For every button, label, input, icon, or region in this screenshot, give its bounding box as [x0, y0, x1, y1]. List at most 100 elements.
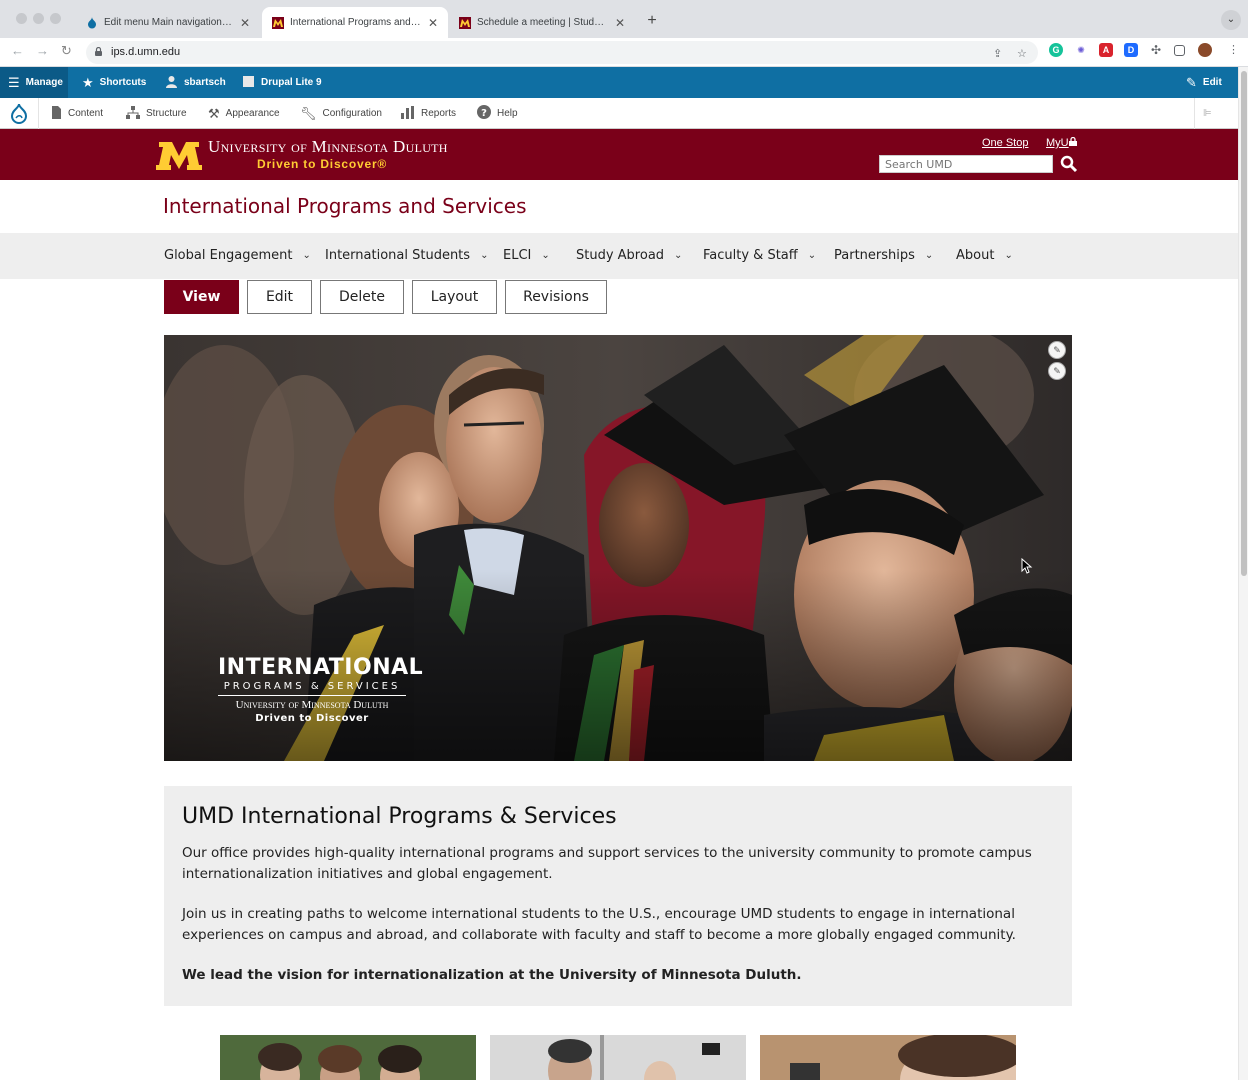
tab-edit[interactable]: Edit [247, 280, 312, 314]
admin-tray: Content Structure ⚒ Appearance 🔧︎ Config… [0, 98, 1238, 129]
tray-item-help[interactable]: ? Help [477, 98, 518, 129]
pencil-icon: ✎ [1186, 74, 1197, 90]
mouse-cursor-icon [1021, 558, 1033, 574]
card-image-students[interactable] [220, 1035, 476, 1080]
chevron-down-icon: ⌄ [807, 250, 817, 261]
profile-avatar[interactable] [1198, 43, 1212, 57]
browser-menu-icon[interactable]: ⋮ [1228, 43, 1239, 56]
sitemap-icon [126, 105, 140, 122]
site-switcher-button[interactable]: Drupal Lite 9 [242, 67, 322, 98]
card-image-meeting[interactable] [490, 1035, 746, 1080]
browser-tab-bar: Edit menu Main navigation | Internationa… [0, 0, 1248, 38]
paintbrush-icon: ⚒ [208, 105, 220, 121]
address-bar[interactable]: ips.d.umn.edu ⇪ ☆ [86, 41, 1038, 64]
search-icon[interactable] [1060, 155, 1078, 173]
window-minimize-button[interactable] [33, 13, 44, 24]
tray-item-structure[interactable]: Structure [126, 98, 187, 129]
url-text: ips.d.umn.edu [111, 46, 181, 58]
chevron-down-icon: ⌄ [480, 250, 489, 261]
shortcuts-button[interactable]: ★ Shortcuts [82, 67, 146, 98]
nav-international-students[interactable]: International Students ⌄ [325, 248, 488, 263]
tab-search-icon[interactable]: ⌄ [1221, 10, 1241, 30]
tray-item-reports[interactable]: Reports [401, 98, 456, 129]
umd-favicon-icon [459, 16, 471, 29]
chevron-down-icon: ⌄ [1004, 250, 1013, 261]
lock-icon [1068, 136, 1077, 146]
close-icon[interactable]: ✕ [615, 16, 625, 30]
drupal-favicon-icon [86, 16, 98, 29]
intro-mission: We lead the vision for internationalizat… [182, 967, 802, 983]
umd-tagline: Driven to Discover® [257, 157, 388, 171]
grammarly-extension-icon[interactable]: G [1049, 43, 1063, 57]
new-tab-button[interactable]: + [641, 10, 663, 32]
document-icon [51, 105, 62, 122]
browser-tab-edit-menu[interactable]: Edit menu Main navigation | Internationa… [76, 7, 260, 38]
tray-item-appearance[interactable]: ⚒ Appearance [208, 98, 280, 129]
scrollbar-thumb[interactable] [1241, 71, 1247, 576]
nav-faculty-staff[interactable]: Faculty & Staff ⌄ [703, 248, 816, 263]
site-icon [242, 75, 255, 91]
tray-divider [38, 98, 39, 129]
manage-button[interactable]: ☰ Manage [0, 67, 68, 98]
user-button[interactable]: sbartsch [165, 67, 226, 98]
ips-brand-overlay: INTERNATIONAL PROGRAMS & SERVICES Univer… [218, 655, 424, 724]
nav-about[interactable]: About ⌄ [956, 248, 1013, 263]
bar-chart-icon [401, 105, 415, 122]
chevron-down-icon: ⌄ [674, 250, 683, 261]
edit-mode-button[interactable]: ✎ Edit [1186, 67, 1222, 98]
side-panel-icon[interactable] [1174, 45, 1185, 56]
tray-item-configuration[interactable]: 🔧︎ Configuration [300, 98, 382, 129]
umd-wordmark[interactable]: University of Minnesota Duluth [208, 137, 448, 157]
nav-study-abroad[interactable]: Study Abroad ⌄ [576, 248, 682, 263]
star-icon: ★ [82, 74, 94, 90]
close-icon[interactable]: ✕ [240, 16, 250, 30]
wrench-icon: 🔧︎ [300, 105, 317, 121]
drupal-logo-icon[interactable] [9, 98, 29, 129]
card-image-portrait[interactable] [760, 1035, 1016, 1080]
one-stop-link[interactable]: One Stop [982, 137, 1028, 149]
myu-link[interactable]: MyU [1046, 136, 1077, 149]
tray-divider [1194, 98, 1195, 129]
site-title[interactable]: International Programs and Services [163, 194, 527, 218]
nav-global-engagement[interactable]: Global Engagement ⌄ [164, 248, 311, 263]
hamburger-icon: ☰ [8, 74, 20, 90]
bookmark-star-icon[interactable]: ☆ [1017, 47, 1027, 60]
nav-partnerships[interactable]: Partnerships ⌄ [834, 248, 933, 263]
forward-icon[interactable]: → [36, 43, 49, 58]
tray-orientation-toggle-icon[interactable]: ⊫ [1203, 98, 1212, 129]
umd-m-logo-icon[interactable] [155, 141, 203, 171]
tab-revisions[interactable]: Revisions [505, 280, 607, 314]
page-scrollbar[interactable] [1238, 67, 1248, 1080]
nav-elci[interactable]: ELCI ⌄ [503, 248, 550, 263]
chevron-down-icon: ⌄ [924, 250, 934, 261]
contextual-edit-pencil-icon[interactable]: ✎ [1048, 362, 1066, 380]
d-extension-icon[interactable]: D [1124, 43, 1138, 57]
window-zoom-button[interactable] [50, 13, 61, 24]
pdf-extension-icon[interactable]: A [1099, 43, 1113, 57]
browser-tab-ips[interactable]: International Programs and Services ✕ [262, 7, 448, 38]
window-close-button[interactable] [16, 13, 27, 24]
umd-search-input[interactable] [879, 155, 1053, 173]
user-icon [165, 75, 178, 91]
hero-image: INTERNATIONAL PROGRAMS & SERVICES Univer… [164, 335, 1072, 761]
extensions-puzzle-icon[interactable]: ✣ [1149, 43, 1163, 57]
share-icon[interactable]: ⇪ [993, 47, 1002, 60]
intro-paragraph: Join us in creating paths to welcome int… [182, 906, 1016, 943]
umd-header: University of Minnesota Duluth Driven to… [0, 129, 1238, 180]
umd-favicon-icon [272, 16, 284, 29]
intro-paragraph: Our office provides high-quality interna… [182, 845, 1032, 882]
tab-layout[interactable]: Layout [412, 280, 497, 314]
intro-block: UMD International Programs & Services Ou… [164, 786, 1072, 1006]
browser-tab-schedule[interactable]: Schedule a meeting | Study Abroad ✕ [449, 7, 635, 38]
close-icon[interactable]: ✕ [428, 16, 438, 30]
sparkle-extension-icon[interactable]: ✺ [1074, 43, 1088, 57]
back-icon[interactable]: ← [11, 43, 24, 58]
tray-item-content[interactable]: Content [51, 98, 103, 129]
tab-view[interactable]: View [164, 280, 239, 314]
svg-text:?: ? [481, 108, 487, 119]
chevron-down-icon: ⌄ [541, 250, 550, 261]
browser-toolbar: ← → ↻ ips.d.umn.edu ⇪ ☆ G ✺ A D ✣ ⋮ [0, 38, 1248, 67]
contextual-edit-pencil-icon[interactable]: ✎ [1048, 341, 1066, 359]
reload-icon[interactable]: ↻ [61, 43, 72, 59]
tab-delete[interactable]: Delete [320, 280, 404, 314]
